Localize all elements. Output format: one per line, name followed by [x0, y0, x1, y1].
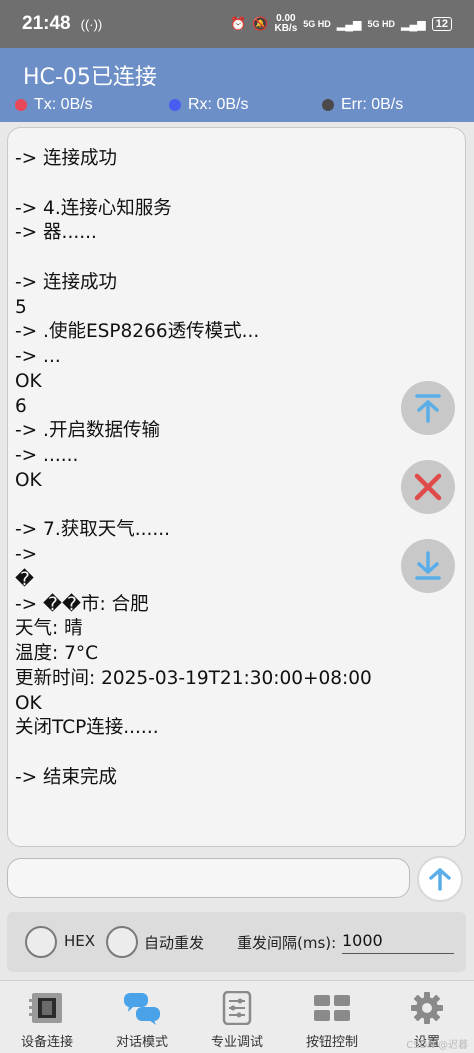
terminal-line: 天气: 晴	[15, 618, 83, 640]
terminal-line: 6	[15, 395, 27, 417]
terminal-line: -> 器......	[15, 222, 97, 244]
speed-unit: KB/s	[274, 23, 298, 34]
terminal-lines: -> 连接成功 -> 4.连接心知服务 -> 器...... -> 连接成功 5 -> .…	[15, 147, 455, 791]
nav-device-connect[interactable]: 设备连接	[0, 981, 94, 1053]
status-indicators: ⏰ 🔕 0.00 KB/s 5G HD ▂▄▆ 5G HD ▂▄▆ 12	[230, 14, 452, 34]
battery-indicator: 12	[431, 17, 452, 31]
device-icon	[29, 993, 62, 1023]
scroll-top-button[interactable]	[401, 381, 455, 435]
rx-label: Rx: 0B/s	[188, 96, 249, 113]
err-stat: Err: 0B/s	[322, 96, 403, 114]
nav-label-chat: 对话模式	[115, 1035, 168, 1050]
alarm-icon: ⏰	[230, 16, 247, 31]
close-icon	[414, 473, 442, 501]
err-label: Err: 0B/s	[341, 96, 404, 113]
terminal-line: ->	[15, 544, 38, 565]
terminal-line: -> .使能ESP8266透传模式...	[15, 321, 260, 343]
clear-button[interactable]	[401, 460, 455, 514]
send-button[interactable]	[417, 856, 463, 902]
nav-label-buttons: 按钮控制	[305, 1035, 358, 1050]
traffic-stats: Tx: 0B/s Rx: 0B/s Err: 0B/s	[0, 96, 474, 118]
scroll-bottom-button[interactable]	[401, 539, 455, 593]
terminal-line: -> 结束完成	[15, 766, 118, 788]
app-bar: HC-05已连接 Tx: 0B/s Rx: 0B/s Err: 0B/s	[0, 48, 474, 122]
terminal-line: -> ...	[15, 346, 61, 367]
signal-1: 5G HD	[303, 19, 331, 29]
terminal-line: 温度: 7°C	[15, 643, 99, 664]
network-speed: 0.00 KB/s	[274, 14, 297, 34]
terminal-line: 5	[15, 296, 27, 318]
page-title: HC-05已连接	[23, 65, 157, 90]
signal-bars-icon: ▂▄▆	[336, 18, 362, 31]
err-dot-icon	[322, 99, 334, 111]
chat-icon	[124, 993, 160, 1025]
input-row	[7, 856, 466, 902]
terminal-line: -> 4.连接心知服务	[15, 197, 172, 219]
terminal-line: OK	[15, 370, 42, 392]
gear-icon	[411, 992, 443, 1024]
interval-label: 重发间隔(ms):	[237, 934, 337, 952]
tx-label: Tx: 0B/s	[34, 96, 93, 113]
nav-chat-mode[interactable]: 对话模式	[95, 981, 189, 1053]
nav-label-debug: 专业调试	[210, 1035, 263, 1050]
hex-radio[interactable]	[25, 926, 57, 958]
nav-button-control[interactable]: 按钮控制	[285, 981, 379, 1053]
terminal-line: OK	[15, 692, 42, 714]
nav-pro-debug[interactable]: 专业调试	[190, 981, 284, 1053]
status-time: 21:48	[22, 13, 71, 34]
arrow-up-to-top-icon	[415, 394, 441, 423]
mute-icon: 🔕	[252, 16, 269, 31]
terminal-line: 更新时间: 2025-03-19T21:30:00+08:00	[15, 667, 372, 689]
auto-resend-label: 自动重发	[144, 934, 205, 952]
terminal-line: OK	[15, 469, 42, 491]
interval-input[interactable]	[342, 928, 454, 954]
watermark: CSDN @迟暮	[406, 1040, 468, 1051]
status-bar: 21:48 ((·)) ⏰ 🔕 0.00 KB/s 5G HD ▂▄▆ 5G H…	[0, 0, 474, 48]
hex-label: HEX	[64, 932, 96, 950]
terminal-line: �	[15, 568, 34, 590]
tx-stat: Tx: 0B/s	[15, 96, 93, 114]
send-options: HEX 自动重发 重发间隔(ms):	[7, 912, 466, 972]
signal-2: 5G HD	[367, 19, 396, 29]
terminal-line: -> 7.获取天气......	[15, 519, 170, 541]
signal-bars-icon-2: ▂▄▆	[401, 18, 426, 31]
terminal-line: -> 连接成功	[15, 271, 118, 293]
arrow-down-to-bottom-icon	[415, 551, 441, 580]
rx-dot-icon	[169, 99, 181, 111]
terminal-output[interactable]: -> 连接成功 -> 4.连接心知服务 -> 器...... -> 连接成功 5 -> .…	[7, 127, 466, 847]
debug-icon	[222, 991, 252, 1025]
bottom-nav: 设备连接 对话模式 专业调试 按钮控制 设置	[0, 980, 474, 1053]
message-input[interactable]	[7, 858, 410, 898]
arrow-up-icon	[429, 868, 451, 891]
nav-label-device: 设备连接	[20, 1035, 73, 1050]
buttons-icon	[314, 995, 350, 1021]
terminal-line: -> ......	[15, 445, 79, 466]
rx-stat: Rx: 0B/s	[169, 96, 248, 114]
terminal-line: 关闭TCP连接......	[15, 717, 159, 739]
terminal-line: -> ��市: 合肥	[15, 593, 149, 615]
wireless-icon: ((·))	[80, 16, 103, 32]
auto-resend-radio[interactable]	[106, 926, 138, 958]
terminal-line: -> 连接成功	[15, 148, 118, 169]
tx-dot-icon	[15, 99, 27, 111]
terminal-line: -> .开启数据传输	[15, 420, 160, 442]
